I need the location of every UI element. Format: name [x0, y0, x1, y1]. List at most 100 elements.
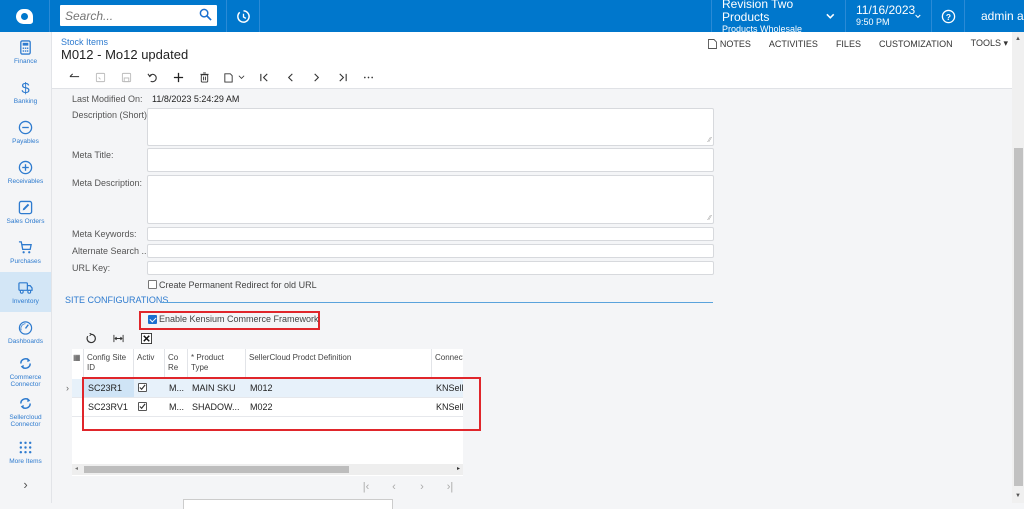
resize-grip-icon[interactable]: ⁄⁄ [709, 137, 711, 144]
scroll-up-icon[interactable]: ▲ [1015, 36, 1021, 42]
notes-button[interactable]: NOTES [707, 38, 751, 49]
edit-icon [18, 200, 33, 214]
refresh-button[interactable] [76, 333, 104, 344]
description-short-field[interactable]: ⁄⁄ [147, 108, 714, 146]
user-menu[interactable]: admin a [964, 0, 1024, 32]
resize-grip-icon[interactable]: ⁄⁄ [709, 215, 711, 222]
company-selector[interactable]: Revision Two Products Products Wholesale [711, 0, 845, 34]
previous-record-button[interactable] [277, 68, 303, 86]
add-button[interactable] [165, 68, 191, 86]
excel-icon [140, 333, 152, 344]
save-close-button[interactable] [87, 68, 113, 86]
sidebar-item-purchases[interactable]: Purchases [0, 232, 51, 272]
column-header-config-site-id[interactable]: Config Site ID [84, 349, 134, 377]
meta-title-input[interactable] [148, 149, 713, 171]
activities-button[interactable]: ACTIVITIES [769, 38, 818, 49]
history-icon [236, 9, 250, 23]
sidebar-expand-button[interactable]: › [0, 472, 51, 496]
undo-button[interactable] [139, 68, 165, 86]
meta-description-input[interactable] [148, 176, 713, 223]
more-actions-button[interactable] [355, 68, 381, 86]
page-header: Stock Items M012 - Mo12 updated NOTES AC… [52, 32, 1012, 89]
grid-pager: |‹ ‹ › ›| [352, 481, 464, 493]
search-icon[interactable] [199, 8, 212, 21]
column-header-active[interactable]: Activ [134, 349, 165, 377]
last-record-button[interactable] [329, 68, 355, 86]
meta-keywords-input[interactable] [148, 230, 713, 243]
first-record-button[interactable] [251, 68, 277, 86]
sidebar-item-sales-orders[interactable]: Sales Orders [0, 192, 51, 232]
sidebar-item-dashboards[interactable]: Dashboards [0, 312, 51, 352]
back-button[interactable] [61, 68, 87, 86]
help-button[interactable]: ? [931, 0, 964, 32]
sidebar-item-receivables[interactable]: Receivables [0, 152, 51, 192]
meta-keywords-label: Meta Keywords: [72, 229, 137, 239]
column-header-definition[interactable]: SellerCloud Prodct Definition [246, 349, 432, 377]
delete-button[interactable] [191, 68, 217, 86]
copy-paste-button[interactable] [217, 68, 251, 86]
sidebar-item-more-items[interactable]: More Items [0, 432, 51, 472]
column-header-connector[interactable]: Connect [432, 349, 463, 377]
enable-kcf-checkbox[interactable] [148, 315, 157, 324]
app-logo[interactable] [0, 0, 50, 32]
search-input[interactable] [60, 5, 190, 26]
fit-to-screen-button[interactable] [104, 333, 132, 344]
alternate-search-input[interactable] [148, 247, 713, 260]
scrollbar-thumb[interactable] [1014, 148, 1023, 486]
column-header-co-re[interactable]: Co Re [165, 349, 188, 377]
meta-description-label: Meta Description: [72, 178, 143, 188]
grid-horizontal-scrollbar[interactable]: ◂ ▸ [72, 464, 463, 475]
date-selector[interactable]: 11/16/2023 9:50 PM [845, 0, 931, 32]
page-vertical-scrollbar[interactable]: ▲ ▼ [1012, 32, 1024, 503]
top-bar: Revision Two Products Products Wholesale… [0, 0, 1024, 34]
permanent-redirect-checkbox[interactable] [148, 280, 157, 289]
url-key-field[interactable] [147, 261, 714, 277]
alternate-search-field[interactable] [147, 244, 714, 260]
meta-keywords-field[interactable] [147, 227, 714, 243]
sidebar-item-sellercloud-connector[interactable]: Sellercloud Connector [0, 392, 51, 432]
sidebar-item-label: Sales Orders [6, 217, 45, 225]
url-key-input[interactable] [148, 264, 713, 277]
customization-label: CUSTOMIZATION [878, 38, 953, 49]
column-header-product-type[interactable]: * Product Type [188, 349, 246, 377]
sidebar-item-payables[interactable]: Payables [0, 112, 51, 152]
sidebar-item-finance[interactable]: Finance [0, 32, 51, 72]
recent-history-button[interactable] [226, 0, 260, 32]
files-button[interactable]: FILES [836, 38, 861, 49]
tooltip-popup [183, 499, 393, 509]
enable-kcf-label: Enable Kensium Commerce Framework [159, 314, 319, 324]
sync-icon [20, 397, 31, 410]
scrollbar-thumb[interactable] [84, 466, 349, 473]
breadcrumb[interactable]: Stock Items [61, 37, 108, 47]
tools-menu[interactable]: TOOLS ▾ [971, 38, 1008, 49]
export-excel-button[interactable] [132, 333, 160, 344]
sidebar-item-banking[interactable]: $ Banking [0, 72, 51, 112]
pager-last-button[interactable]: ›| [436, 481, 464, 493]
business-time: 9:50 PM [856, 17, 890, 27]
header-actions: NOTES ACTIVITIES FILES CUSTOMIZATION TOO… [690, 38, 1008, 49]
description-short-input[interactable] [148, 109, 713, 145]
pager-next-button[interactable]: › [408, 481, 436, 493]
undo-icon [146, 73, 157, 82]
scroll-down-icon[interactable]: ▼ [1015, 493, 1021, 499]
column-chooser-icon[interactable]: ▦ [72, 349, 84, 377]
customization-button[interactable]: CUSTOMIZATION [879, 38, 953, 49]
pager-previous-button[interactable]: ‹ [380, 481, 408, 493]
scroll-right-icon[interactable]: ▸ [457, 465, 460, 472]
page-title: M012 - Mo12 updated [61, 47, 189, 62]
sidebar-item-inventory[interactable]: Inventory [0, 272, 51, 312]
row-expander-icon[interactable]: › [62, 379, 72, 397]
meta-title-field[interactable] [147, 148, 714, 172]
next-record-button[interactable] [303, 68, 329, 86]
company-name: Revision Two Products [722, 0, 794, 24]
save-button[interactable] [113, 68, 139, 86]
search-box[interactable] [60, 5, 217, 26]
pager-first-button[interactable]: |‹ [352, 481, 380, 493]
logo-icon [16, 8, 33, 24]
scroll-left-icon[interactable]: ◂ [75, 465, 78, 472]
meta-title-label: Meta Title: [72, 150, 114, 160]
sidebar-item-commerce-connector[interactable]: Commerce Connector [0, 352, 51, 392]
sidebar: Finance $ Banking Payables Receivables S… [0, 32, 52, 503]
sidebar-item-label: Finance [13, 57, 38, 65]
meta-description-field[interactable]: ⁄⁄ [147, 175, 714, 224]
